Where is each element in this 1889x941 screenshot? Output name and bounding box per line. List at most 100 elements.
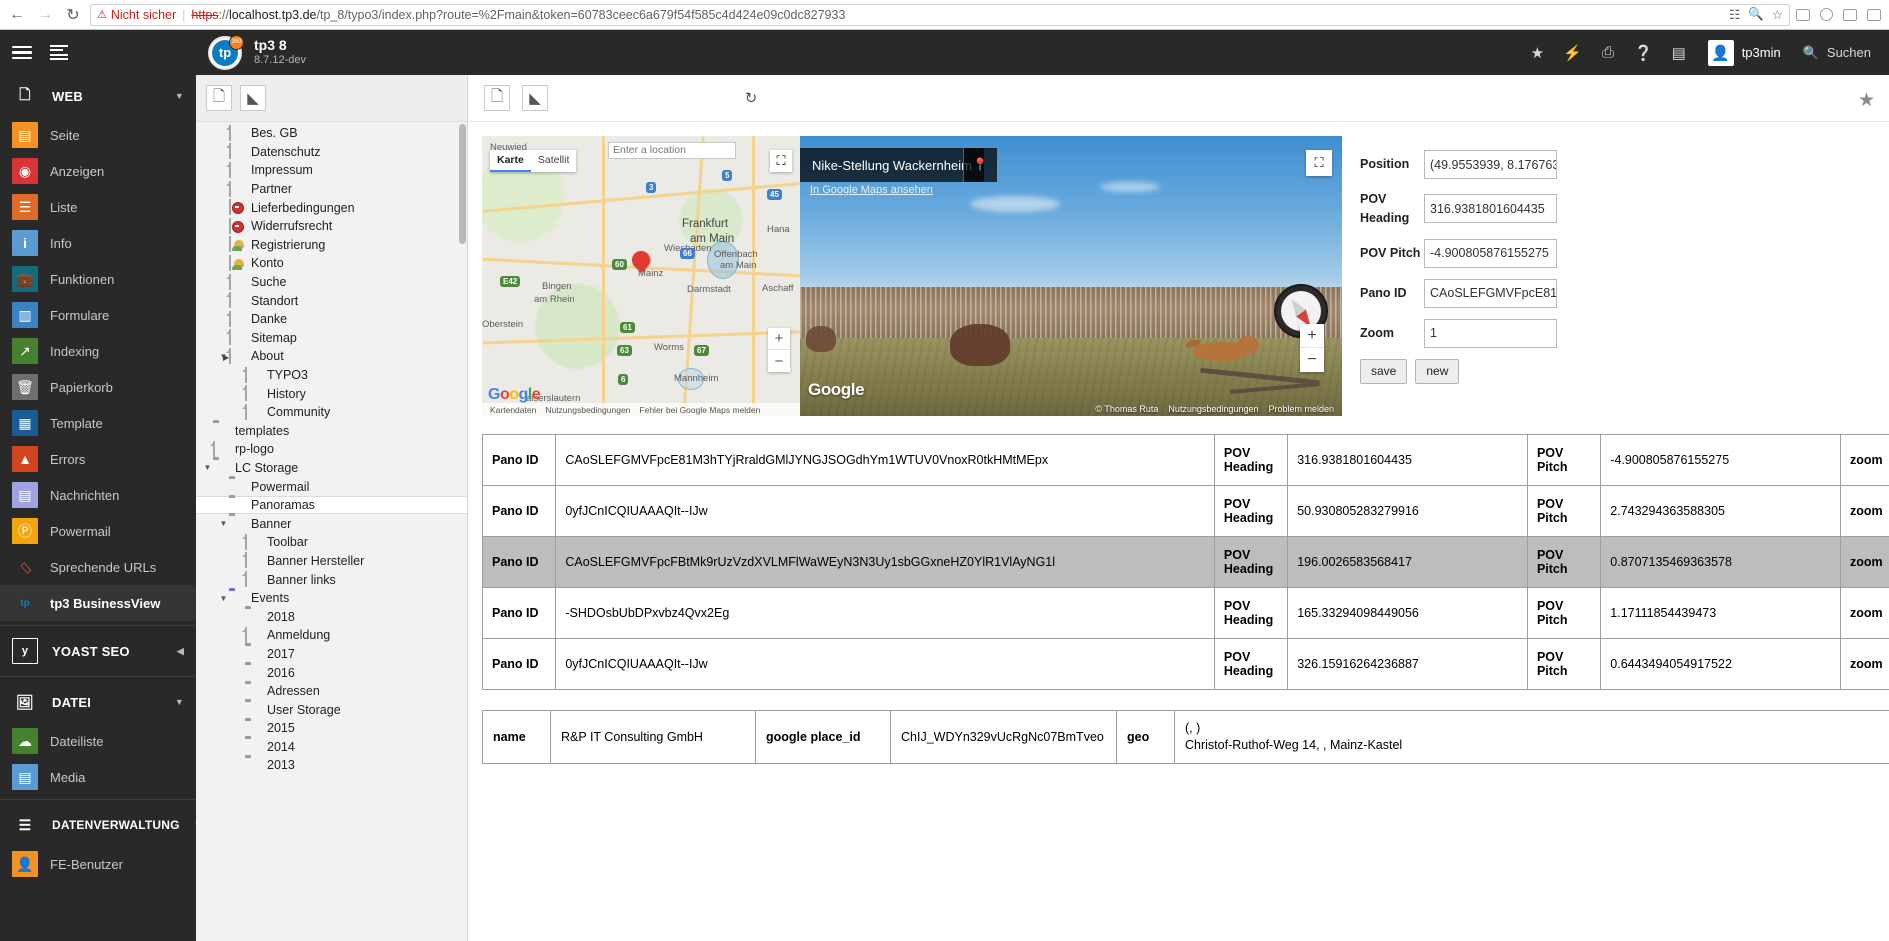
pov-heading-input[interactable]: 316.9381801604435 bbox=[1424, 194, 1557, 223]
filter-icon[interactable]: ◣ bbox=[240, 85, 266, 111]
pagetree-node-2015[interactable]: 2015 bbox=[196, 719, 467, 738]
pagetree-node-banner[interactable]: ▼Banner bbox=[196, 514, 467, 533]
new-record-icon[interactable]: 🗋 bbox=[484, 85, 510, 111]
pagetree-node-impressum[interactable]: Impressum bbox=[196, 161, 467, 180]
pano-zoom-control[interactable]: + − bbox=[1300, 324, 1324, 372]
pagetree-node-2018[interactable]: 2018 bbox=[196, 607, 467, 626]
map-pin-icon[interactable]: 📍 bbox=[963, 148, 997, 182]
sidebar-item-formulare[interactable]: ▥Formulare bbox=[0, 297, 196, 333]
table-row[interactable]: Pano ID0yfJCnICQIUAAAQIt--IJwPOV Heading… bbox=[483, 639, 1889, 690]
sidebar-item-liste[interactable]: ☰Liste bbox=[0, 189, 196, 225]
extension-icon[interactable] bbox=[1843, 9, 1857, 21]
sidebar-item-seite[interactable]: ▤Seite bbox=[0, 117, 196, 153]
sidebar-item-info[interactable]: iInfo bbox=[0, 225, 196, 261]
table-row[interactable]: Pano IDCAoSLEFGMVFpcE81M3hTYjRraldGMlJYN… bbox=[483, 435, 1889, 486]
pagetree-node-banner-hersteller[interactable]: Banner Hersteller bbox=[196, 552, 467, 571]
sidebar-item-tp3-businessview[interactable]: tptp3 BusinessView bbox=[0, 585, 196, 621]
clipboard-icon[interactable]: ⎙ bbox=[1591, 30, 1625, 75]
pagetree-node-history[interactable]: History bbox=[196, 384, 467, 403]
pagetree-node-widerrufsrecht[interactable]: Widerrufsrecht bbox=[196, 217, 467, 236]
pagetree-node-user-storage[interactable]: User Storage bbox=[196, 700, 467, 719]
table-row[interactable]: Pano ID-SHDOsbUbDPxvbz4Qvx2EgPOV Heading… bbox=[483, 588, 1889, 639]
table-row[interactable]: Pano IDCAoSLEFGMVFpcFBtMk9rUzVzdXVLMFlWa… bbox=[483, 537, 1889, 588]
sidebar-item-fe-benutzer[interactable]: 👤FE-Benutzer bbox=[0, 846, 196, 882]
pagetree-node-danke[interactable]: Danke bbox=[196, 310, 467, 329]
module-group-datei[interactable]: 🖼 DATEI ▼ bbox=[0, 681, 196, 723]
search-button[interactable]: 🔍 Suchen bbox=[1793, 30, 1885, 75]
pagetree-node-lc-storage[interactable]: ▼LC Storage bbox=[196, 459, 467, 478]
documentation-icon[interactable]: ▤ bbox=[1662, 30, 1696, 75]
reload-icon[interactable]: ↻ bbox=[62, 4, 84, 26]
pagetree-node-datenschutz[interactable]: Datenschutz bbox=[196, 143, 467, 162]
bookmarks-icon[interactable]: ★ bbox=[1520, 30, 1554, 75]
bookmark-star-icon[interactable]: ★ bbox=[1858, 89, 1875, 112]
pagetree[interactable]: Bes. GBDatenschutzImpressumPartnerLiefer… bbox=[196, 122, 467, 941]
map-zoom-out-button[interactable]: − bbox=[768, 350, 790, 372]
pagetree-node-konto[interactable]: Konto bbox=[196, 254, 467, 273]
pano-credit-report[interactable]: Problem melden bbox=[1268, 404, 1334, 414]
map-credit-report[interactable]: Fehler bei Google Maps melden bbox=[639, 405, 760, 415]
pagetree-node-2017[interactable]: 2017 bbox=[196, 645, 467, 664]
sidebar-item-nachrichten[interactable]: ▤Nachrichten bbox=[0, 477, 196, 513]
menu-icon[interactable] bbox=[1867, 9, 1881, 21]
sidebar-item-template[interactable]: ▦Template bbox=[0, 405, 196, 441]
pagetree-node-banner-links[interactable]: Banner links bbox=[196, 570, 467, 589]
new-page-icon[interactable]: 🗋 bbox=[206, 85, 232, 111]
back-icon[interactable]: ← bbox=[6, 4, 28, 26]
pagetree-node-rp-logo[interactable]: rp-logo bbox=[196, 440, 467, 459]
map-credit-kartendaten[interactable]: Kartendaten bbox=[490, 405, 536, 415]
expand-toggle-icon[interactable]: ▼ bbox=[218, 519, 229, 528]
table-row[interactable]: Pano ID0yfJCnICQIUAAAQIt--IJwPOV Heading… bbox=[483, 486, 1889, 537]
expand-toggle-icon[interactable]: ▼ bbox=[218, 594, 229, 603]
profile-icon[interactable] bbox=[1820, 8, 1833, 21]
pagetree-node-suche[interactable]: Suche bbox=[196, 273, 467, 292]
pano-id-input[interactable]: CAoSLEFGMVFpcE81M3h1 bbox=[1424, 279, 1557, 308]
pagetree-node-templates[interactable]: templates bbox=[196, 422, 467, 441]
module-group-yoast[interactable]: y YOAST SEO ◀ bbox=[0, 630, 196, 672]
save-button[interactable]: save bbox=[1360, 359, 1407, 384]
pagetree-node-typo3[interactable]: TYPO3 bbox=[196, 366, 467, 385]
map-type-control[interactable]: Karte Satellit bbox=[490, 150, 576, 172]
sidebar-item-funktionen[interactable]: 💼Funktionen bbox=[0, 261, 196, 297]
map-type-satellit[interactable]: Satellit bbox=[531, 150, 577, 172]
pagetree-node-lieferbedingungen[interactable]: Lieferbedingungen bbox=[196, 198, 467, 217]
pano-credit-terms[interactable]: Nutzungsbedingungen bbox=[1168, 404, 1258, 414]
sidebar-item-papierkorb[interactable]: 🗑Papierkorb bbox=[0, 369, 196, 405]
zoom-search-icon[interactable]: 🔍 bbox=[1748, 7, 1764, 22]
pagetree-node-2013[interactable]: 2013 bbox=[196, 756, 467, 775]
pagetree-node-sitemap[interactable]: Sitemap bbox=[196, 329, 467, 348]
pagetree-node-bes-gb[interactable]: Bes. GB bbox=[196, 124, 467, 143]
sidebar-item-powermail[interactable]: ⓅPowermail bbox=[0, 513, 196, 549]
expand-toggle-icon[interactable]: ▼ bbox=[202, 463, 213, 472]
flash-icon[interactable]: ⚡ bbox=[1554, 30, 1591, 75]
map-zoom-control[interactable]: + − bbox=[768, 328, 790, 372]
pano-zoom-out-button[interactable]: − bbox=[1300, 348, 1324, 372]
pagetree-node-registrierung[interactable]: Registrierung bbox=[196, 236, 467, 255]
user-menu[interactable]: 👤 tp3min bbox=[1696, 30, 1793, 75]
module-group-datenverwaltung[interactable]: ☰ DATENVERWALTUNG ▼ bbox=[0, 804, 196, 846]
map-zoom-in-button[interactable]: + bbox=[768, 328, 790, 350]
bookmark-star-icon[interactable]: ☆ bbox=[1772, 7, 1783, 22]
zoom-input[interactable]: 1 bbox=[1424, 319, 1557, 348]
new-button[interactable]: new bbox=[1415, 359, 1459, 384]
extensions-icon[interactable]: ☷ bbox=[1729, 7, 1740, 22]
sidebar-item-anzeigen[interactable]: ◉Anzeigen bbox=[0, 153, 196, 189]
address-bar[interactable]: ⚠ Nicht sicher | https://localhost.tp3.d… bbox=[90, 4, 1790, 26]
pagetree-node-adressen[interactable]: Adressen bbox=[196, 682, 467, 701]
location-input[interactable]: Enter a location bbox=[608, 142, 736, 159]
google-map[interactable]: NeuwiedFrankfurtam MainHanaWiesbadenOffe… bbox=[482, 136, 800, 416]
map-marker-icon[interactable] bbox=[632, 251, 650, 275]
pagetree-node-toolbar[interactable]: Toolbar bbox=[196, 533, 467, 552]
site-logo-block[interactable]: tp 360 tp3 8 8.7.12-dev bbox=[208, 36, 306, 70]
street-view-panorama[interactable]: Nike-Stellung Wackernheim 📍 In Google Ma… bbox=[800, 136, 1342, 416]
forward-icon[interactable]: → bbox=[34, 4, 56, 26]
refresh-icon[interactable]: ↻ bbox=[738, 85, 764, 111]
cast-icon[interactable] bbox=[1796, 9, 1810, 21]
pagetree-scrollbar[interactable] bbox=[459, 124, 466, 244]
pagetree-node-2014[interactable]: 2014 bbox=[196, 738, 467, 757]
map-fullscreen-icon[interactable]: ⛶ bbox=[770, 150, 792, 172]
help-icon[interactable]: ❔ bbox=[1625, 30, 1662, 75]
pano-fullscreen-icon[interactable]: ⛶ bbox=[1306, 150, 1332, 176]
sidebar-item-media[interactable]: ▤Media bbox=[0, 759, 196, 795]
sidebar-item-sprechende-urls[interactable]: ▯Sprechende URLs bbox=[0, 549, 196, 585]
